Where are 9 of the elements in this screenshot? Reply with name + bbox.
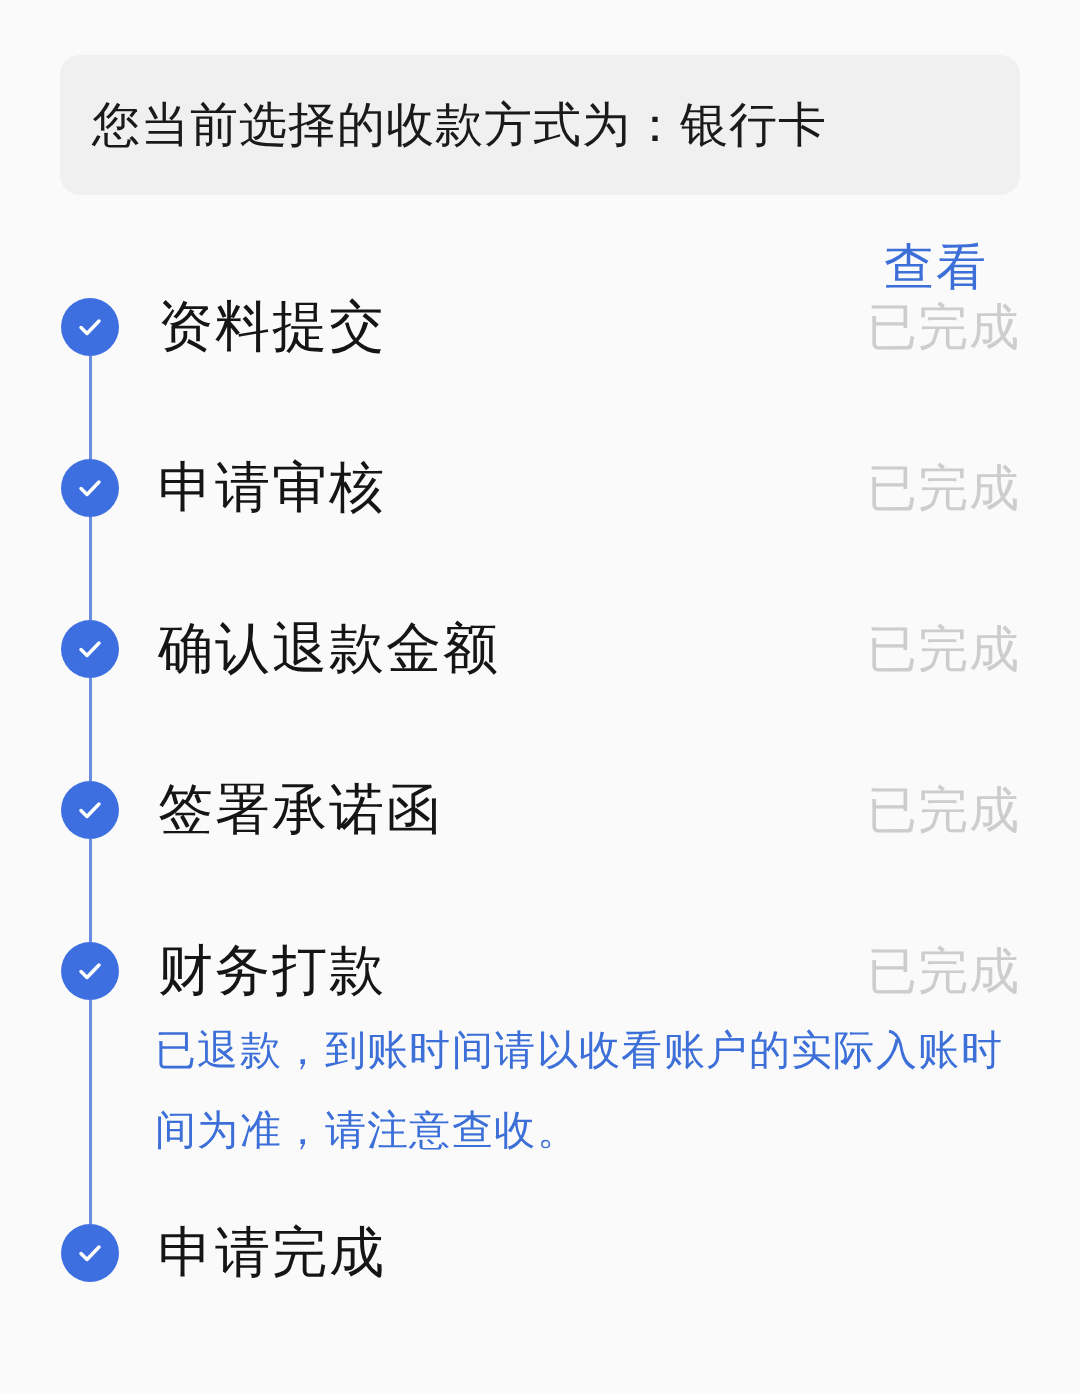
step-title: 财务打款 <box>158 938 386 1003</box>
step-title: 申请完成 <box>158 1220 386 1285</box>
step-title: 资料提交 <box>158 294 386 359</box>
payment-method-text: 您当前选择的收款方式为：银行卡 <box>92 97 827 153</box>
step-note: 已退款，到账时间请以收看账户的实际入账时间为准，请注意查收。 <box>155 1026 1004 1155</box>
step-title: 申请审核 <box>158 455 386 520</box>
view-link[interactable]: 查看 <box>884 236 988 297</box>
step-title: 确认退款金额 <box>158 616 500 681</box>
step-title: 签署承诺函 <box>158 777 443 842</box>
